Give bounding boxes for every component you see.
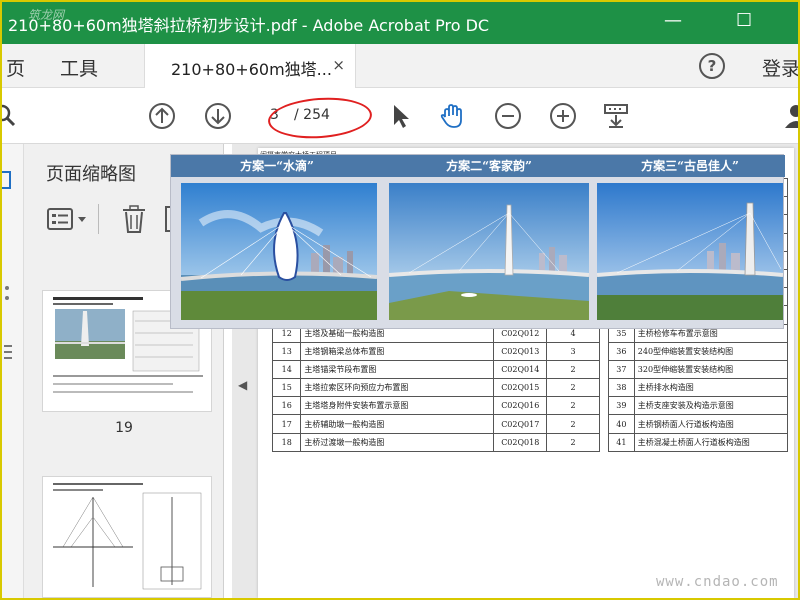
- select-cursor-icon[interactable]: [386, 102, 414, 130]
- table-cell: C02Q014: [493, 359, 548, 380]
- table-cell: 37: [608, 359, 635, 380]
- table-cell: 3: [546, 341, 600, 361]
- table-cell: 2: [546, 359, 600, 380]
- tab-home[interactable]: 页: [6, 54, 25, 81]
- table-cell: 17: [271, 414, 302, 434]
- table-row: 40 主桥钢桥面人行道板构造图: [608, 414, 789, 434]
- scheme-3-title: 方案三“古邑佳人”: [595, 155, 785, 177]
- table-cell: 240型伸缩装置安装结构图: [633, 341, 789, 361]
- zoom-in-icon[interactable]: [549, 102, 577, 130]
- table-cell: C02Q016: [493, 396, 548, 416]
- thumbnail-page-number: 19: [115, 420, 133, 436]
- help-icon[interactable]: ?: [699, 53, 725, 79]
- title-bar: 210+80+60m独塔斜拉桥初步设计.pdf - Adobe Acrobat …: [2, 2, 798, 44]
- toolbar: 3 / 254: [2, 88, 798, 144]
- table-cell: C02Q017: [493, 414, 548, 434]
- pages-panel-icon[interactable]: [2, 170, 14, 192]
- table-cell: 2: [546, 396, 600, 416]
- scheme-2-title: 方案二“客家韵”: [383, 155, 595, 177]
- table-cell: 主塔锚梁节段布置图: [300, 359, 495, 380]
- layers-icon[interactable]: [4, 342, 14, 362]
- toolbar-divider: [98, 204, 99, 234]
- table-cell: 38: [608, 378, 635, 398]
- thumbnail-preview-20: [53, 483, 202, 590]
- table-cell: 14: [271, 359, 302, 380]
- table-row: 14 主塔锚梁节段布置图 C02Q014 2: [271, 359, 600, 380]
- thumbnail-page-20[interactable]: [42, 476, 212, 598]
- tab-document[interactable]: 210+80+60m独塔... ×: [144, 44, 356, 88]
- table-cell: 主桥辅助墩一般构造图: [300, 414, 495, 434]
- table-cell: 主塔塔身附件安装布置示意图: [300, 396, 495, 416]
- scheme-2: 方案二“客家韵”: [383, 155, 595, 330]
- scheme-1-render: [181, 183, 377, 320]
- table-cell: 主塔拉索区环向预应力布置图: [300, 378, 495, 398]
- app-window: 210+80+60m独塔斜拉桥初步设计.pdf - Adobe Acrobat …: [0, 0, 800, 600]
- table-cell: 主塔钢箱梁总体布置图: [300, 341, 495, 361]
- zoom-out-icon[interactable]: [494, 102, 522, 130]
- table-cell: 2: [546, 378, 600, 398]
- watermark-logo: 筑龙网: [28, 8, 65, 22]
- table-cell: 40: [608, 414, 635, 434]
- table-cell: 主桥混凝土桥面人行道板构造图: [633, 432, 789, 452]
- table-row: 13 主塔钢箱梁总体布置图 C02Q013 3: [271, 341, 600, 361]
- maximize-button[interactable]: ☐: [736, 10, 752, 31]
- table-cell: 15: [271, 378, 302, 398]
- table-cell: 主桥钢桥面人行道板构造图: [633, 414, 789, 434]
- table-cell: 2: [546, 414, 600, 434]
- window-title: 210+80+60m独塔斜拉桥初步设计.pdf - Adobe Acrobat …: [8, 16, 490, 35]
- table-row: 15 主塔拉索区环向预应力布置图 C02Q015 2: [271, 378, 600, 398]
- table-row: 16 主塔塔身附件安装布置示意图 C02Q016 2: [271, 396, 600, 416]
- table-cell: 主桥过渡墩一般构造图: [300, 432, 495, 452]
- collapse-panel-icon[interactable]: ◀: [238, 378, 247, 392]
- scheme-1-title: 方案一“水滴”: [171, 155, 383, 177]
- scheme-1: 方案一“水滴”: [171, 155, 383, 330]
- table-row: 37 320型伸缩装置安装结构图: [608, 359, 789, 380]
- scheme-3-render: [597, 183, 783, 320]
- thumbnail-options-icon[interactable]: [46, 206, 90, 232]
- previous-page-icon[interactable]: [148, 102, 176, 130]
- table-cell: 36: [608, 341, 635, 361]
- user-icon[interactable]: [782, 102, 800, 130]
- table-cell: 41: [608, 432, 635, 452]
- close-tab-icon[interactable]: ×: [332, 56, 345, 74]
- tab-document-label: 210+80+60m独塔...: [171, 60, 332, 79]
- table-cell: C02Q018: [493, 432, 548, 452]
- bookmark-icon[interactable]: [4, 284, 14, 304]
- login-button[interactable]: 登录: [762, 54, 798, 81]
- scheme-2-render: [389, 183, 589, 320]
- table-cell: 主桥排水构造图: [633, 378, 789, 398]
- table-cell: 主桥支座安装及构造示意图: [633, 396, 789, 416]
- table-cell: C02Q013: [493, 341, 548, 361]
- search-icon[interactable]: [0, 102, 20, 130]
- table-cell: 320型伸缩装置安装结构图: [633, 359, 789, 380]
- tab-bar: 页 工具 210+80+60m独塔... × ? 登录: [2, 44, 798, 88]
- table-cell: 18: [271, 432, 302, 452]
- table-row: 39 主桥支座安装及构造示意图: [608, 396, 789, 416]
- table-row: 36 240型伸缩装置安装结构图: [608, 341, 789, 361]
- site-watermark: www.cndao.com: [656, 574, 779, 590]
- table-cell: 39: [608, 396, 635, 416]
- delete-page-icon[interactable]: [120, 204, 148, 234]
- table-row: 41 主桥混凝土桥面人行道板构造图: [608, 432, 789, 452]
- thumbnail-panel-heading: 页面缩略图: [46, 164, 136, 185]
- table-row: 38 主桥排水构造图: [608, 378, 789, 398]
- table-row: 17 主桥辅助墩一般构造图 C02Q017 2: [271, 414, 600, 434]
- scheme-banner: 方案一“水滴” 方案二“客家韵” 方案三“古邑佳人”: [170, 154, 785, 330]
- hand-tool-icon[interactable]: [438, 102, 466, 130]
- table-row: 18 主桥过渡墩一般构造图 C02Q018 2: [271, 432, 600, 452]
- minimize-button[interactable]: —: [664, 10, 682, 31]
- next-page-icon[interactable]: [204, 102, 232, 130]
- table-cell: C02Q015: [493, 378, 548, 398]
- tab-tools[interactable]: 工具: [60, 54, 98, 81]
- table-cell: 16: [271, 396, 302, 416]
- table-cell: 2: [546, 432, 600, 452]
- scheme-3: 方案三“古邑佳人”: [595, 155, 785, 330]
- table-cell: 13: [271, 341, 302, 361]
- scroll-mode-icon[interactable]: [602, 102, 630, 130]
- navigation-strip: [2, 144, 24, 598]
